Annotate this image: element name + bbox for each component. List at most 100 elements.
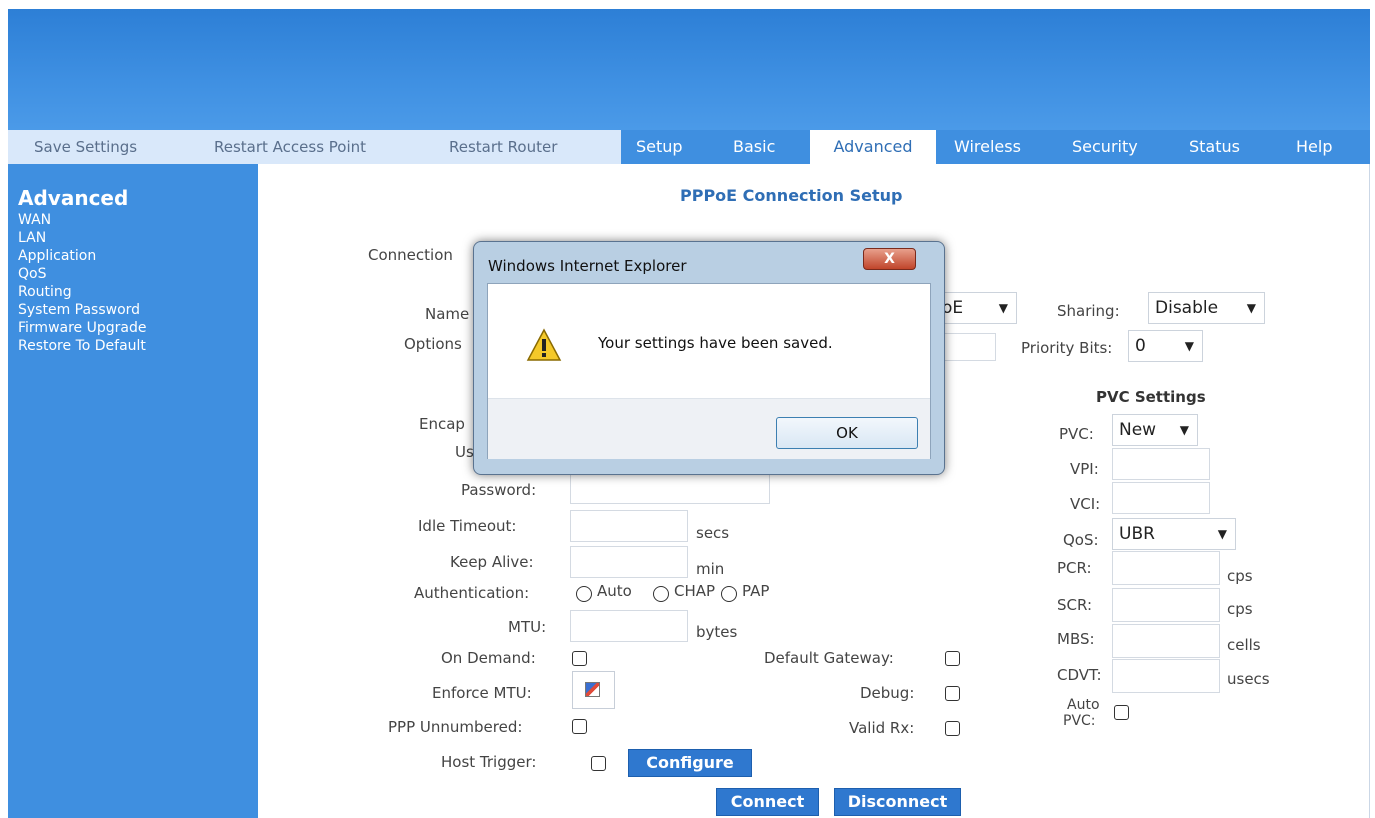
priority-bits-label: Priority Bits:: [1021, 339, 1113, 357]
qos-select[interactable]: UBR ▼: [1112, 518, 1236, 550]
options-input[interactable]: [940, 333, 996, 361]
auth-chap-label: CHAP: [674, 582, 716, 600]
ok-button[interactable]: OK: [776, 417, 918, 449]
ppp-unnumbered-checkbox[interactable]: [572, 719, 587, 734]
pvc-label: PVC:: [1059, 425, 1094, 443]
chevron-down-icon: ▼: [998, 301, 1008, 315]
auto-pvc-checkbox[interactable]: [1114, 705, 1129, 720]
auth-auto-label: Auto: [597, 582, 632, 600]
pvc-select[interactable]: New ▼: [1112, 414, 1198, 446]
connect-button[interactable]: Connect: [716, 788, 819, 816]
pvc-settings-heading: PVC Settings: [1096, 388, 1206, 406]
chevron-down-icon: ▼: [1217, 527, 1227, 541]
on-demand-label: On Demand:: [441, 649, 536, 667]
pcr-input[interactable]: [1112, 551, 1220, 585]
mbs-label: MBS:: [1057, 630, 1095, 648]
enforce-mtu-label: Enforce MTU:: [432, 684, 532, 702]
top-nav: Save Settings Restart Access Point Resta…: [8, 130, 1370, 164]
tab-wireless[interactable]: Wireless: [954, 130, 1021, 164]
vpi-label: VPI:: [1070, 460, 1099, 478]
cdvt-input[interactable]: [1112, 659, 1220, 693]
tab-basic[interactable]: Basic: [733, 130, 775, 164]
mtu-input[interactable]: [570, 610, 688, 642]
sidebar-item-firmware-upgrade[interactable]: Firmware Upgrade: [18, 320, 146, 337]
vpi-input[interactable]: [1112, 448, 1210, 480]
authentication-label: Authentication:: [414, 584, 530, 602]
options-label: Options: [404, 335, 462, 353]
enforce-mtu-control[interactable]: [572, 671, 615, 709]
warning-icon: [526, 328, 562, 361]
auth-pap-label: PAP: [742, 582, 770, 600]
mtu-unit: bytes: [696, 623, 738, 641]
tab-status[interactable]: Status: [1189, 130, 1240, 164]
sidebar-item-routing[interactable]: Routing: [18, 284, 72, 301]
chevron-down-icon: ▼: [1179, 423, 1189, 437]
tab-help[interactable]: Help: [1296, 130, 1332, 164]
idle-timeout-label: Idle Timeout:: [418, 517, 517, 535]
host-trigger-label: Host Trigger:: [441, 753, 537, 771]
header-banner: [8, 9, 1370, 130]
cdvt-label: CDVT:: [1057, 666, 1102, 684]
sidebar-item-restore-default[interactable]: Restore To Default: [18, 338, 146, 355]
tab-advanced[interactable]: Advanced: [810, 130, 936, 164]
scr-input[interactable]: [1112, 588, 1220, 622]
scr-unit: cps: [1227, 600, 1253, 618]
on-demand-checkbox[interactable]: [572, 651, 587, 666]
dialog-message: Your settings have been saved.: [598, 334, 833, 352]
valid-rx-checkbox[interactable]: [945, 721, 960, 736]
close-button[interactable]: X: [863, 248, 916, 270]
pcr-unit: cps: [1227, 567, 1253, 585]
ppp-unnumbered-label: PPP Unnumbered:: [388, 718, 523, 736]
configure-button[interactable]: Configure: [628, 749, 752, 777]
dialog-body: Your settings have been saved. OK: [487, 283, 931, 459]
debug-checkbox[interactable]: [945, 686, 960, 701]
restart-router-button[interactable]: Restart Router: [431, 130, 621, 164]
sharing-select[interactable]: Disable ▼: [1148, 292, 1265, 324]
tab-security[interactable]: Security: [1072, 130, 1138, 164]
tab-setup[interactable]: Setup: [636, 130, 683, 164]
restart-access-point-button[interactable]: Restart Access Point: [208, 130, 431, 164]
idle-timeout-input[interactable]: [570, 510, 688, 542]
connection-label: Connection: [368, 246, 453, 264]
chevron-down-icon: ▼: [1246, 301, 1256, 315]
close-icon: X: [884, 251, 895, 267]
auto-pvc-label-line2: PVC:: [1063, 713, 1096, 729]
sidebar-item-system-password[interactable]: System Password: [18, 302, 140, 319]
cdvt-unit: usecs: [1227, 670, 1270, 688]
vci-label: VCI:: [1070, 495, 1101, 513]
idle-timeout-unit: secs: [696, 524, 730, 542]
sidebar-title: Advanced: [18, 186, 129, 210]
sidebar-item-wan[interactable]: WAN: [18, 212, 51, 229]
sidebar-item-qos[interactable]: QoS: [18, 266, 46, 283]
mtu-label: MTU:: [508, 618, 547, 636]
alert-dialog: Windows Internet Explorer X Your setting…: [473, 241, 945, 475]
password-input[interactable]: [570, 474, 770, 504]
mbs-input[interactable]: [1112, 624, 1220, 658]
sharing-label: Sharing:: [1057, 302, 1120, 320]
qos-label: QoS:: [1063, 531, 1099, 549]
valid-rx-label: Valid Rx:: [849, 719, 915, 737]
dialog-title: Windows Internet Explorer: [488, 257, 687, 275]
auth-chap-radio[interactable]: [653, 586, 669, 602]
default-gateway-checkbox[interactable]: [945, 651, 960, 666]
auth-pap-radio[interactable]: [721, 586, 737, 602]
host-trigger-checkbox[interactable]: [591, 756, 606, 771]
encap-label: Encap: [419, 415, 465, 433]
priority-bits-select[interactable]: 0 ▼: [1128, 330, 1203, 362]
dialog-footer: OK: [488, 398, 930, 459]
disconnect-button[interactable]: Disconnect: [834, 788, 961, 816]
password-label: Password:: [461, 481, 537, 499]
sidebar: Advanced WAN LAN Application QoS Routing…: [8, 164, 258, 818]
sidebar-item-lan[interactable]: LAN: [18, 230, 46, 247]
sidebar-item-application[interactable]: Application: [18, 248, 96, 265]
auth-auto-radio[interactable]: [576, 586, 592, 602]
save-settings-button[interactable]: Save Settings: [8, 130, 208, 164]
protocol-select[interactable]: oE ▼: [935, 292, 1017, 324]
scr-label: SCR:: [1057, 596, 1093, 614]
default-gateway-label: Default Gateway:: [764, 649, 894, 667]
page-title: PPPoE Connection Setup: [680, 186, 903, 205]
vci-input[interactable]: [1112, 482, 1210, 514]
username-label: Us: [455, 443, 474, 461]
keep-alive-input[interactable]: [570, 546, 688, 578]
name-label: Name: [425, 305, 470, 323]
